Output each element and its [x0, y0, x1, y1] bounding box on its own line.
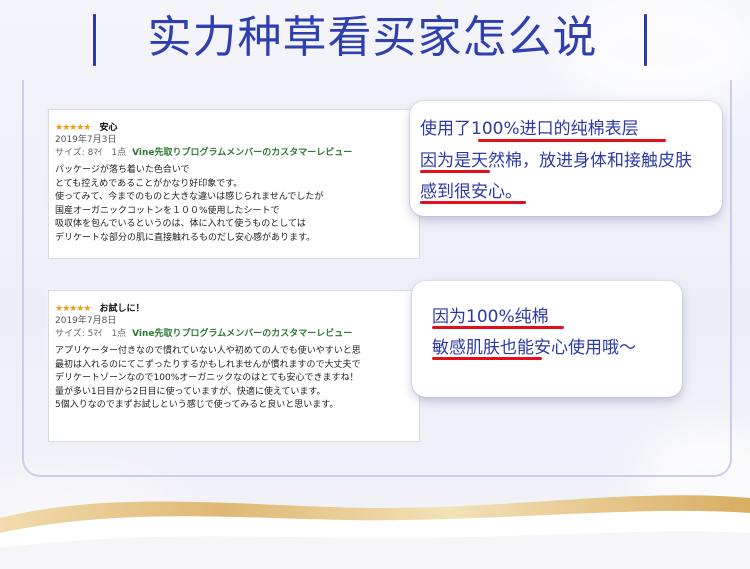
review-title: お試しに！ — [99, 304, 145, 314]
title-bar-left — [93, 14, 96, 66]
review-size: サイズ: 8ﾏｲ 1点 — [55, 148, 127, 158]
review-title: 安心 — [99, 123, 118, 133]
vine-label: Vine先取りプログラムメンバーのカスタマーレビュー — [132, 148, 353, 158]
callout-line: 敏感肌肤也能安心使用哦～ — [432, 338, 636, 358]
star-rating-icon: ★★★★★ — [55, 304, 91, 314]
red-underline — [478, 139, 666, 142]
star-rating-icon: ★★★★★ — [55, 123, 91, 133]
callout-line: 因为100%纯棉 — [432, 307, 549, 327]
review-line: 最初は入れるのにてこずったりするかもしれませんが慣れますので大丈夫で — [55, 359, 361, 370]
review-size: サイズ: 5ﾏｲ 1点 — [55, 329, 127, 339]
callout-line: 因为是天然棉，放进身体和接触皮肤 — [420, 151, 692, 171]
review-line: デリケートゾーンなので100%オーガニックなのはとても安心できますね！ — [55, 373, 359, 383]
review-line: 量が多い1日目から2日目に使っていますが、快適に使えています。 — [55, 386, 326, 397]
review-date: 2019年7月3日 — [55, 135, 117, 145]
review-meta: サイズ: 5ﾏｲ 1点 Vine先取りプログラムメンバーのカスタマーレビュー — [55, 328, 415, 341]
page-title: 实力种草看买家怎么说 — [147, 12, 598, 63]
review-card: ★★★★★ お試しに！ 2019年7月8日 サイズ: 5ﾏｲ 1点 Vine先取り… — [48, 290, 420, 442]
callout-bubble: 因为100%纯棉 敏感肌肤也能安心使用哦～ — [412, 281, 682, 397]
review-meta: サイズ: 8ﾏｲ 1点 Vine先取りプログラムメンバーのカスタマーレビュー — [55, 147, 415, 160]
review-line: アプリケーター付きなので慣れていない人や初めての人でも使いやすいと思 — [55, 346, 361, 356]
callout-line: 感到很安心。 — [420, 182, 522, 202]
red-underline — [420, 201, 526, 204]
gold-ribbon-decoration — [0, 495, 750, 569]
review-line: 国産オーガニックコットンを１００%使用したシートで — [55, 205, 280, 216]
review-line: とても控えめであることがかなり好印象です。 — [55, 178, 243, 189]
callout-bubble: 使用了100%进口的纯棉表层 因为是天然棉，放进身体和接触皮肤 感到很安心。 — [410, 101, 722, 216]
vine-label: Vine先取りプログラムメンバーのカスタマーレビュー — [132, 329, 353, 339]
review-card: ★★★★★ 安心 2019年7月3日 サイズ: 8ﾏｲ 1点 Vine先取りプログ… — [48, 109, 420, 259]
red-underline — [432, 326, 564, 329]
review-line: 5個入りなのでまずお試しという感じで使ってみると良いと思います。 — [55, 400, 339, 410]
callout-line: 使用了100%进口的纯棉表层 — [420, 119, 639, 139]
review-line: 使ってみて、今までのものと大きな違いは感じられませんでしたが — [55, 192, 324, 202]
review-line: デリケートな部分の肌に直接触れるものだし安心感があります。 — [55, 232, 316, 243]
review-date: 2019年7月8日 — [55, 316, 117, 326]
review-line: パッケージが落ち着いた色合いで — [55, 165, 190, 175]
title-bar-right — [644, 14, 647, 66]
red-underline — [420, 170, 490, 173]
header: 实力种草看买家怎么说 — [0, 0, 750, 75]
page: 实力种草看买家怎么说 ★★★★★ 安心 2019年7月3日 サイズ: 8ﾏｲ 1… — [0, 0, 750, 569]
review-line: 吸収体を包んでいるというのは、体に入れて使うものとしては — [55, 219, 306, 229]
red-underline — [432, 357, 542, 360]
